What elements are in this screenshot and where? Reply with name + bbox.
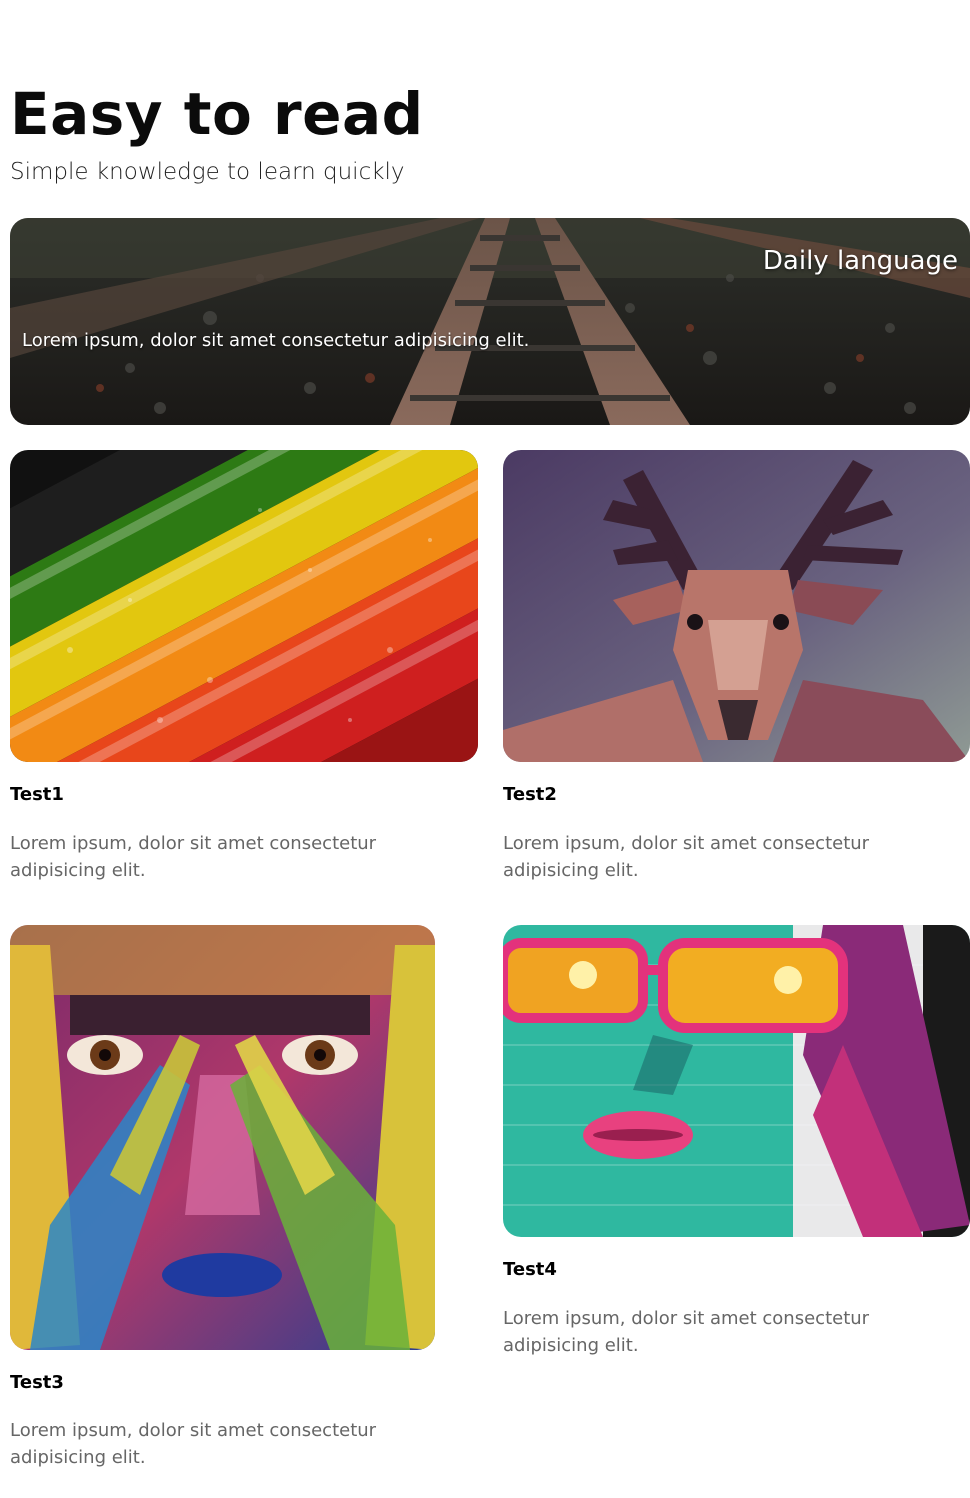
hero-banner[interactable]: Daily language Lorem ipsum, dolor sit am… [10, 218, 970, 425]
card-title: Test2 [503, 784, 557, 805]
card-text: Lorem ipsum, dolor sit amet consectetur … [503, 833, 870, 881]
card-text: Lorem ipsum, dolor sit amet consectetur … [503, 1308, 870, 1356]
painted-face-image [10, 925, 435, 1350]
card-title: Test1 [10, 784, 64, 805]
page-title: Easy to read [10, 80, 424, 148]
card-title: Test3 [10, 1372, 64, 1393]
graffiti-woman-image [503, 925, 970, 1237]
card-text: Lorem ipsum, dolor sit amet consectetur … [10, 833, 377, 881]
card-title: Test4 [503, 1259, 557, 1280]
colored-pencils-image [10, 450, 478, 762]
page-subtitle: Simple knowledge to learn quickly [10, 159, 405, 185]
card-text: Lorem ipsum, dolor sit amet consectetur … [10, 1420, 377, 1468]
hero-title: Daily language [762, 246, 958, 276]
low-poly-deer-image [503, 450, 970, 762]
hero-text: Lorem ipsum, dolor sit amet consectetur … [22, 330, 530, 351]
